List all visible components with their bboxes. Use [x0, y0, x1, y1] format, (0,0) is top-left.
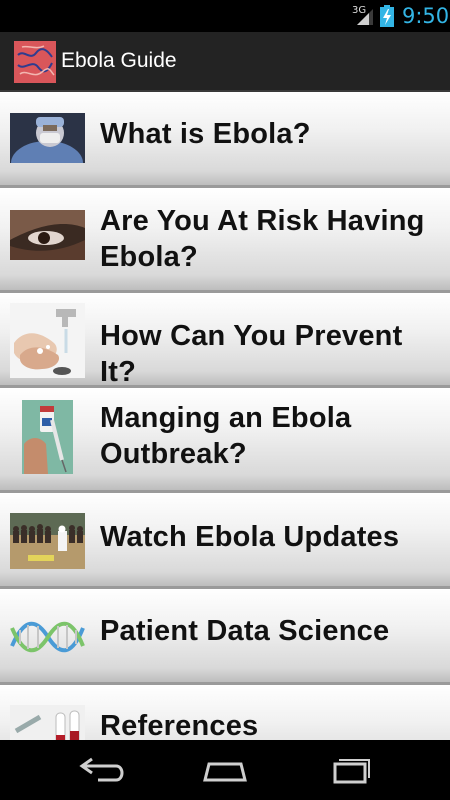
- back-icon[interactable]: [70, 750, 130, 790]
- sick-eye-thumbnail: [10, 210, 85, 260]
- menu-list: What is Ebola? Are You At Risk Having Eb…: [0, 92, 450, 740]
- app-title: Ebola Guide: [61, 49, 177, 72]
- menu-item-label: Patient Data Science: [100, 615, 390, 647]
- menu-item-outbreak[interactable]: Manging an Ebola Outbreak?: [0, 388, 450, 493]
- test-tubes-thumbnail: [10, 705, 85, 740]
- status-bar: 3G 9:50: [0, 0, 450, 32]
- action-bar: Ebola Guide: [0, 32, 450, 92]
- menu-item-label: How Can You Prevent It?: [100, 320, 403, 388]
- menu-item-references[interactable]: References: [0, 685, 450, 740]
- menu-item-updates[interactable]: Watch Ebola Updates: [0, 493, 450, 589]
- navigation-bar: [0, 740, 450, 800]
- battery-charging-icon: [380, 5, 394, 27]
- signal-icon: [357, 9, 373, 25]
- hand-washing-thumbnail: [10, 303, 85, 378]
- menu-item-label: What is Ebola?: [100, 118, 311, 150]
- screen: 3G 9:50 Ebola Guide What is Ebola? Are Y…: [0, 0, 450, 800]
- menu-item-label: Are You At Risk Having Ebola?: [100, 205, 425, 273]
- vaccine-thumbnail: [22, 400, 73, 474]
- menu-item-risk[interactable]: Are You At Risk Having Ebola?: [0, 188, 450, 293]
- ebola-virus-icon: [14, 41, 56, 83]
- menu-item-what-is-ebola[interactable]: What is Ebola?: [0, 92, 450, 188]
- menu-item-prevention[interactable]: How Can You Prevent It?: [0, 293, 450, 388]
- menu-item-label: References: [100, 710, 259, 740]
- menu-item-label: Manging an Ebola Outbreak?: [100, 402, 352, 470]
- menu-item-patient-data[interactable]: Patient Data Science: [0, 589, 450, 685]
- health-worker-thumbnail: [10, 113, 85, 163]
- ebola-guide-app-icon[interactable]: [14, 41, 56, 83]
- dna-helix-thumbnail: [10, 616, 85, 658]
- home-icon[interactable]: [195, 750, 255, 790]
- menu-item-label: Watch Ebola Updates: [100, 521, 400, 553]
- status-clock: 9:50: [402, 4, 450, 28]
- recent-apps-icon[interactable]: [321, 750, 381, 790]
- crowd-thumbnail: [10, 513, 85, 569]
